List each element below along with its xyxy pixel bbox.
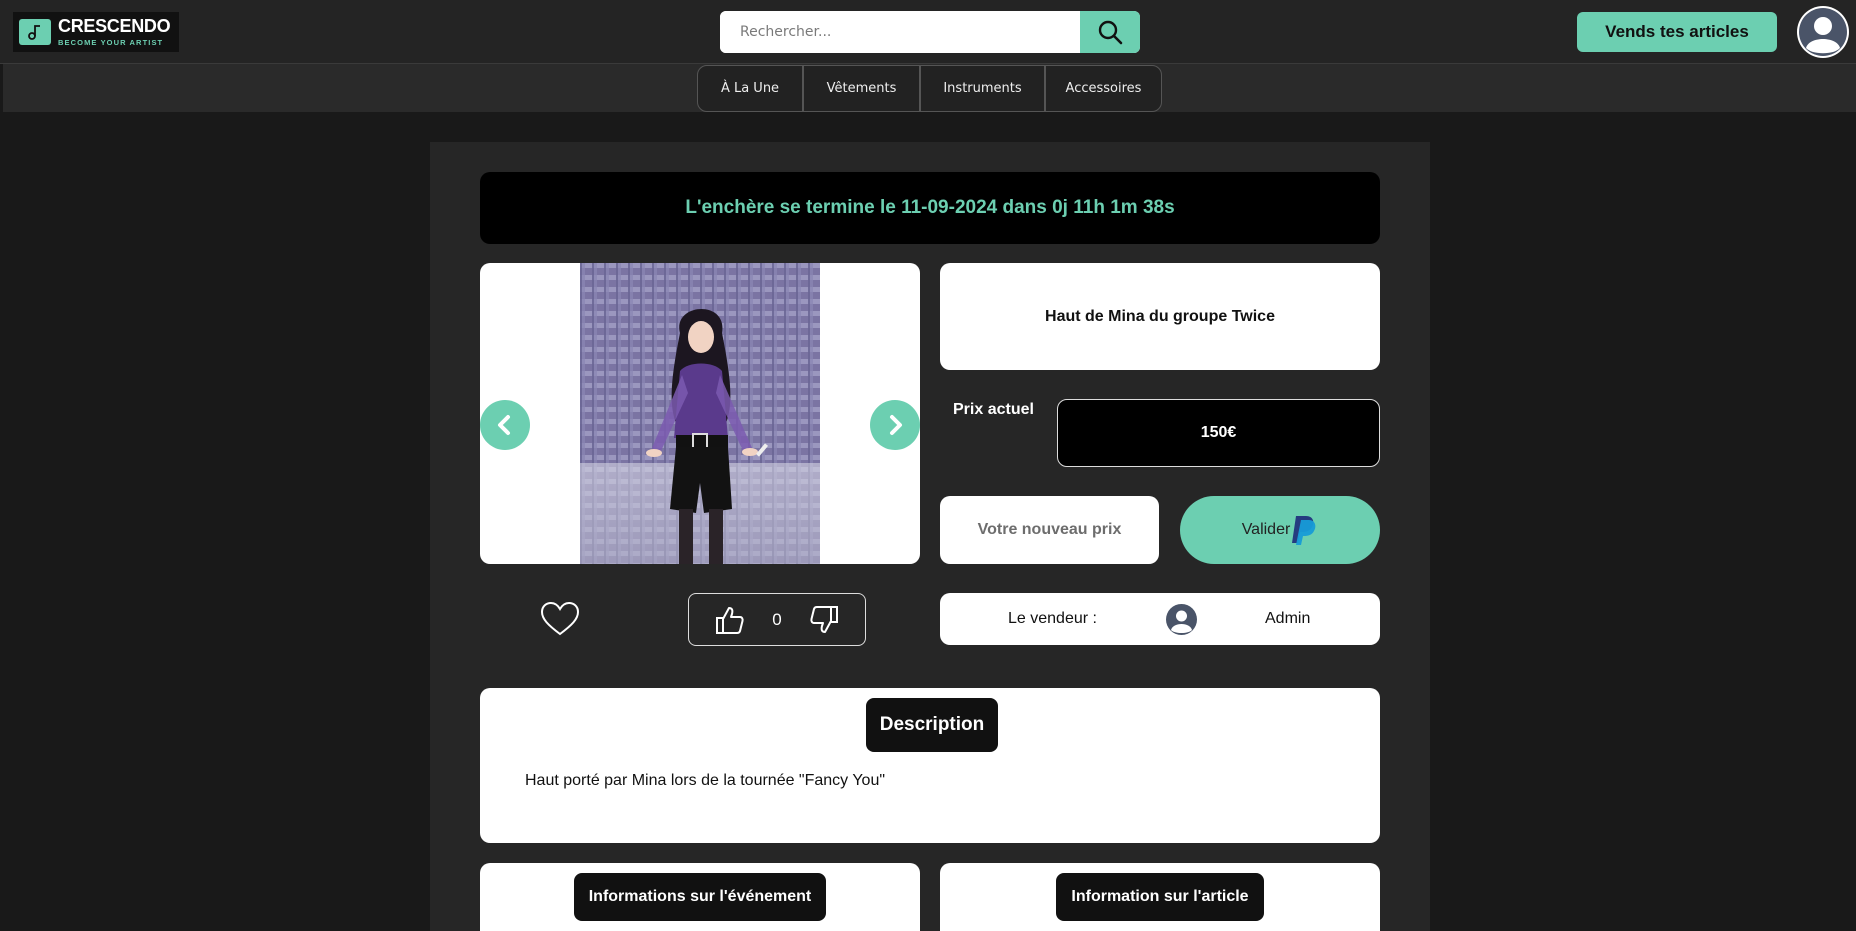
vote-count: 0 <box>772 609 782 629</box>
sell-items-button[interactable]: Vends tes articles <box>1577 12 1777 52</box>
validate-label: Valider <box>1241 521 1291 538</box>
nav-item-instruments[interactable]: Instruments <box>921 66 1046 111</box>
thumbs-down-icon <box>810 605 838 633</box>
seller-card[interactable]: Le vendeur : Admin <box>940 593 1380 645</box>
chevron-right-icon <box>890 415 902 435</box>
article-info-card: Information sur l'article <box>940 863 1380 931</box>
dislike-button[interactable] <box>809 605 839 635</box>
search-button[interactable] <box>1080 11 1140 53</box>
chevron-left-icon <box>498 415 510 435</box>
category-bar: À La Une Vêtements Instruments Accessoir… <box>3 64 1856 112</box>
brand-tagline: BECOME YOUR ARTIST <box>58 38 164 47</box>
like-button[interactable] <box>715 605 745 635</box>
description-heading: Description <box>866 698 998 752</box>
price-label: Prix actuel <box>953 401 1034 418</box>
thumbs-up-icon <box>716 606 744 634</box>
description-card: Description Haut porté par Mina lors de … <box>480 688 1380 843</box>
item-title: Haut de Mina du groupe Twice <box>940 263 1380 370</box>
paypal-icon <box>1292 516 1316 545</box>
nav-item-accessoires[interactable]: Accessoires <box>1046 66 1161 111</box>
auction-panel: L'enchère se termine le 11-09-2024 dans … <box>430 142 1430 931</box>
brand-name: CRESCENDO <box>58 16 171 36</box>
event-info-card: Informations sur l'événement <box>480 863 920 931</box>
category-nav: À La Une Vêtements Instruments Accessoir… <box>697 65 1162 112</box>
validate-bid-button[interactable]: Valider <box>1180 496 1380 564</box>
image-carousel <box>480 263 920 564</box>
nav-item-a-la-une[interactable]: À La Une <box>698 66 804 111</box>
seller-avatar-icon <box>1166 604 1197 635</box>
favorite-button[interactable] <box>537 599 583 639</box>
search-bar <box>720 11 1140 53</box>
carousel-next-button[interactable] <box>870 400 920 450</box>
heart-icon <box>540 601 580 636</box>
current-price: 150€ <box>1057 399 1380 467</box>
user-avatar-icon[interactable] <box>1797 6 1849 58</box>
carousel-prev-button[interactable] <box>480 400 530 450</box>
search-input[interactable] <box>720 11 1080 53</box>
vote-box: 0 <box>688 593 866 646</box>
article-info-heading: Information sur l'article <box>1056 873 1264 921</box>
seller-name[interactable]: Admin <box>1265 593 1310 645</box>
seller-label: Le vendeur : <box>1008 610 1097 627</box>
search-icon <box>1098 20 1123 45</box>
event-info-heading: Informations sur l'événement <box>574 873 826 921</box>
product-photo <box>580 263 820 564</box>
brand-logo[interactable]: CRESCENDO BECOME YOUR ARTIST <box>13 12 179 52</box>
new-price-input[interactable] <box>940 496 1159 564</box>
nav-item-vetements[interactable]: Vêtements <box>804 66 921 111</box>
top-bar: CRESCENDO BECOME YOUR ARTIST Vends tes a… <box>0 0 1856 64</box>
description-text: Haut porté par Mina lors de la tournée "… <box>525 772 886 789</box>
music-note-icon <box>19 19 51 45</box>
auction-timer: L'enchère se termine le 11-09-2024 dans … <box>480 172 1380 244</box>
